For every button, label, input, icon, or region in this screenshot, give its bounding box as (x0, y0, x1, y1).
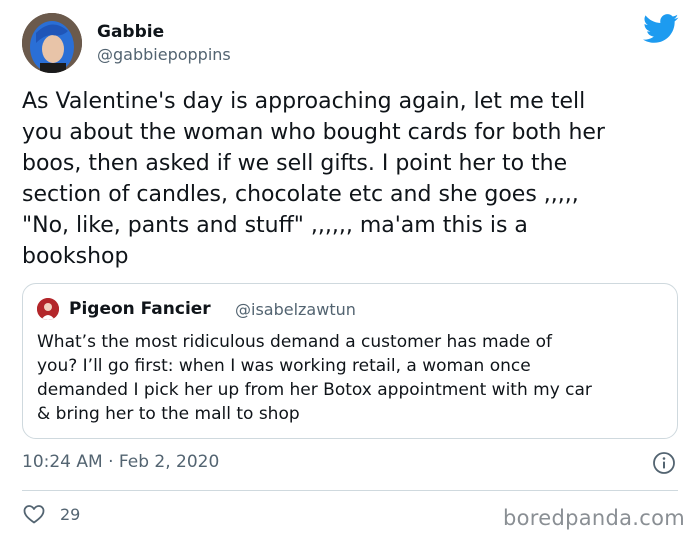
tweet-line: you about the woman who bought cards for… (22, 120, 605, 145)
author-avatar[interactable] (22, 13, 82, 73)
tweet-line: bookshop (22, 244, 129, 269)
quoted-tweet-line: What’s the most ridiculous demand a cust… (37, 332, 552, 352)
tweet-line: section of candles, chocolate etc and sh… (22, 182, 579, 207)
quoted-tweet-line: you? I’ll go first: when I was working r… (37, 356, 531, 376)
quoted-tweet-line: demanded I pick her up from her Botox ap… (37, 380, 592, 400)
divider (22, 490, 678, 491)
quoted-author-handle[interactable]: @isabelzawtun (235, 300, 356, 319)
watermark: boredpanda.com (503, 506, 686, 530)
quoted-tweet-line: & bring her to the mall to shop (37, 404, 300, 424)
tweet-timestamp[interactable]: 10:24 AM · Feb 2, 2020 (22, 452, 219, 472)
heart-icon[interactable] (22, 502, 46, 526)
author-handle[interactable]: @gabbiepoppins (97, 45, 231, 64)
quoted-tweet-card[interactable]: Pigeon Fancier @isabelzawtun What’s the … (22, 283, 678, 439)
like-count: 29 (60, 505, 81, 524)
quoted-tweet-text: What’s the most ridiculous demand a cust… (37, 330, 667, 426)
tweet-line: As Valentine's day is approaching again,… (22, 89, 586, 114)
tweet-text: As Valentine's day is approaching again,… (22, 86, 682, 272)
info-icon[interactable] (652, 451, 676, 475)
twitter-bird-icon[interactable] (643, 14, 679, 44)
author-name[interactable]: Gabbie (97, 22, 164, 42)
tweet-line: "No, like, pants and stuff" ,,,,,, ma'am… (22, 213, 528, 238)
tweet-line: boos, then asked if we sell gifts. I poi… (22, 151, 568, 176)
quoted-author-name[interactable]: Pigeon Fancier (69, 299, 211, 319)
quoted-author-avatar[interactable] (37, 298, 59, 320)
